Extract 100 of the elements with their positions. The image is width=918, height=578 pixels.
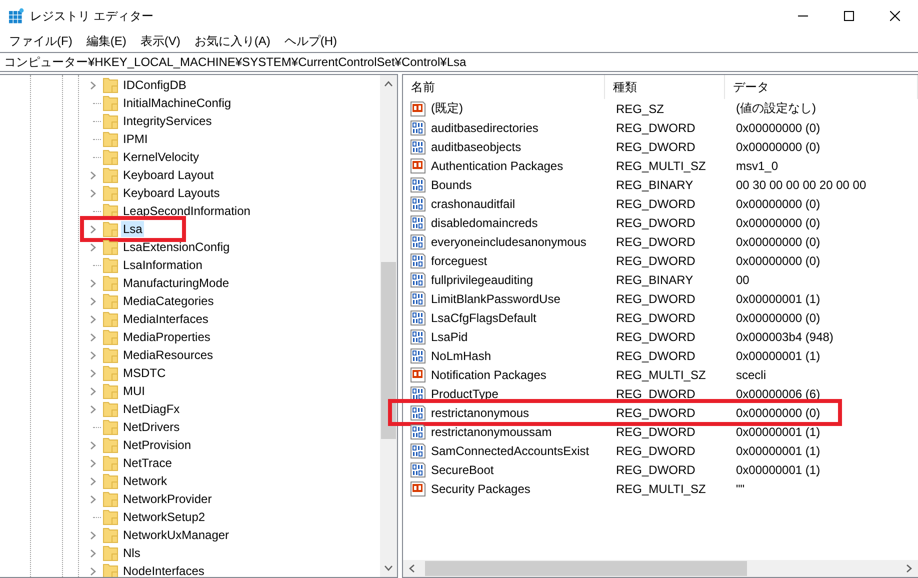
binary-value-icon: [410, 138, 426, 154]
tree-item[interactable]: MediaProperties: [121, 329, 212, 345]
address-bar[interactable]: コンピューター¥HKEY_LOCAL_MACHINE¥SYSTEM¥CurrentControlSet¥Control¥Lsa: [0, 52, 918, 72]
value-type: REG_DWORD: [615, 310, 696, 324]
tree-item[interactable]: MediaInterfaces: [121, 311, 210, 327]
value-name[interactable]: restrictanonymous: [428, 406, 530, 420]
value-name[interactable]: Bounds: [428, 178, 472, 192]
tree-item[interactable]: IntegrityServices: [121, 113, 214, 129]
tree-item[interactable]: NetworkSetup2: [121, 509, 208, 525]
value-type: REG_DWORD: [615, 254, 696, 268]
folder-icon: [103, 185, 118, 201]
close-icon: [890, 11, 900, 21]
column-header[interactable]: データ: [725, 75, 918, 99]
column-header[interactable]: 名前: [403, 75, 605, 99]
value-name[interactable]: auditbasedirectories: [428, 120, 538, 134]
value-name[interactable]: NoLmHash: [428, 348, 492, 362]
value-data: 0x000003b4 (948): [735, 330, 834, 344]
menu-item[interactable]: 編集(E): [79, 33, 134, 50]
menu-item[interactable]: ファイル(F): [2, 33, 80, 50]
value-data: 00 30 00 00 00 20 00 00: [735, 178, 868, 192]
tree-item[interactable]: Keyboard Layout: [121, 167, 216, 183]
value-type: REG_BINARY: [615, 178, 694, 192]
binary-value-icon: [410, 404, 426, 420]
value-name[interactable]: Authentication Packages: [428, 158, 564, 172]
folder-icon: [103, 401, 118, 417]
string-value-icon: [410, 100, 426, 116]
menu-item[interactable]: ヘルプ(H): [277, 33, 344, 50]
binary-value-icon: [410, 442, 426, 458]
chevron-icon[interactable]: [89, 80, 98, 90]
folder-icon: [103, 437, 118, 453]
value-type: REG_DWORD: [615, 348, 696, 362]
window-title: レジストリ エディター: [30, 8, 154, 24]
folder-icon: [103, 149, 118, 165]
vertical-scrollbar[interactable]: [380, 75, 397, 577]
folder-icon: [103, 257, 118, 273]
value-name[interactable]: auditbaseobjects: [428, 140, 522, 154]
tree-item[interactable]: IDConfigDB: [121, 77, 188, 93]
folder-icon: [103, 419, 118, 435]
binary-value-icon: [410, 310, 426, 326]
value-data: 0x00000001 (1): [735, 444, 822, 458]
folder-icon: [103, 95, 118, 111]
string-value-icon: [410, 366, 426, 382]
tree-item[interactable]: NetTrace: [121, 455, 174, 471]
tree-item[interactable]: Lsa: [121, 221, 144, 237]
tree-item[interactable]: InitialMachineConfig: [121, 95, 234, 111]
folder-icon: [103, 329, 118, 345]
value-data: scecli: [735, 368, 768, 382]
value-name[interactable]: disabledomaincreds: [428, 216, 538, 230]
tree-item[interactable]: MediaCategories: [121, 293, 216, 309]
string-value-icon: [410, 480, 426, 496]
value-type: REG_DWORD: [615, 330, 696, 344]
value-name[interactable]: SamConnectedAccountsExist: [428, 444, 590, 458]
value-type: REG_DWORD: [615, 196, 696, 210]
tree-item[interactable]: NetworkProvider: [121, 491, 214, 507]
tree-item[interactable]: LsaInformation: [121, 257, 204, 273]
value-name[interactable]: (既定): [428, 100, 463, 117]
menu-item[interactable]: 表示(V): [133, 33, 188, 50]
tree-item[interactable]: NodeInterfaces: [121, 563, 206, 577]
tree-item[interactable]: MUI: [121, 383, 147, 399]
tree-item[interactable]: KernelVelocity: [121, 149, 202, 165]
value-data: 0x00000000 (0): [735, 140, 822, 154]
value-name[interactable]: LsaPid: [428, 330, 468, 344]
value-name[interactable]: restrictanonymoussam: [428, 424, 552, 438]
column-header[interactable]: 種類: [605, 75, 725, 99]
value-name[interactable]: LsaCfgFlagsDefault: [428, 310, 536, 324]
tree-item[interactable]: ManufacturingMode: [121, 275, 232, 291]
value-data: 0x00000000 (0): [735, 216, 822, 230]
tree-item[interactable]: MSDTC: [121, 365, 168, 381]
binary-value-icon: [410, 386, 426, 402]
value-name[interactable]: ProductType: [428, 386, 498, 400]
value-name[interactable]: fullprivilegeauditing: [428, 272, 534, 286]
tree-item[interactable]: NetDiagFx: [121, 401, 182, 417]
value-type: REG_DWORD: [615, 292, 696, 306]
value-data: 0x00000001 (1): [735, 292, 822, 306]
value-data: 0x00000001 (1): [735, 424, 822, 438]
value-type: REG_MULTI_SZ: [615, 158, 707, 172]
tree-item[interactable]: NetDrivers: [121, 419, 182, 435]
tree-item[interactable]: LeapSecondInformation: [121, 203, 252, 219]
value-data: 0x00000000 (0): [735, 234, 822, 248]
tree-item[interactable]: MediaResources: [121, 347, 216, 363]
registry-editor-icon: [8, 8, 24, 24]
folder-icon: [103, 239, 118, 255]
value-data: 0x00000000 (0): [735, 196, 822, 210]
value-name[interactable]: crashonauditfail: [428, 196, 516, 210]
value-name[interactable]: Notification Packages: [428, 368, 546, 382]
tree-item[interactable]: Nls: [121, 545, 142, 561]
horizontal-scrollbar[interactable]: [403, 560, 918, 577]
folder-icon: [103, 473, 118, 489]
value-name[interactable]: LimitBlankPasswordUse: [428, 292, 560, 306]
tree-item[interactable]: Network: [121, 473, 170, 489]
tree-item[interactable]: NetworkUxManager: [121, 527, 232, 543]
value-name[interactable]: forceguest: [428, 254, 488, 268]
value-name[interactable]: everyoneincludesanonymous: [428, 234, 586, 248]
tree-item[interactable]: Keyboard Layouts: [121, 185, 222, 201]
value-name[interactable]: Security Packages: [428, 482, 530, 496]
tree-item[interactable]: LsaExtensionConfig: [121, 239, 232, 255]
value-name[interactable]: SecureBoot: [428, 462, 494, 476]
tree-item[interactable]: IPMI: [121, 131, 150, 147]
tree-item[interactable]: NetProvision: [121, 437, 194, 453]
menu-item[interactable]: お気に入り(A): [187, 33, 278, 50]
